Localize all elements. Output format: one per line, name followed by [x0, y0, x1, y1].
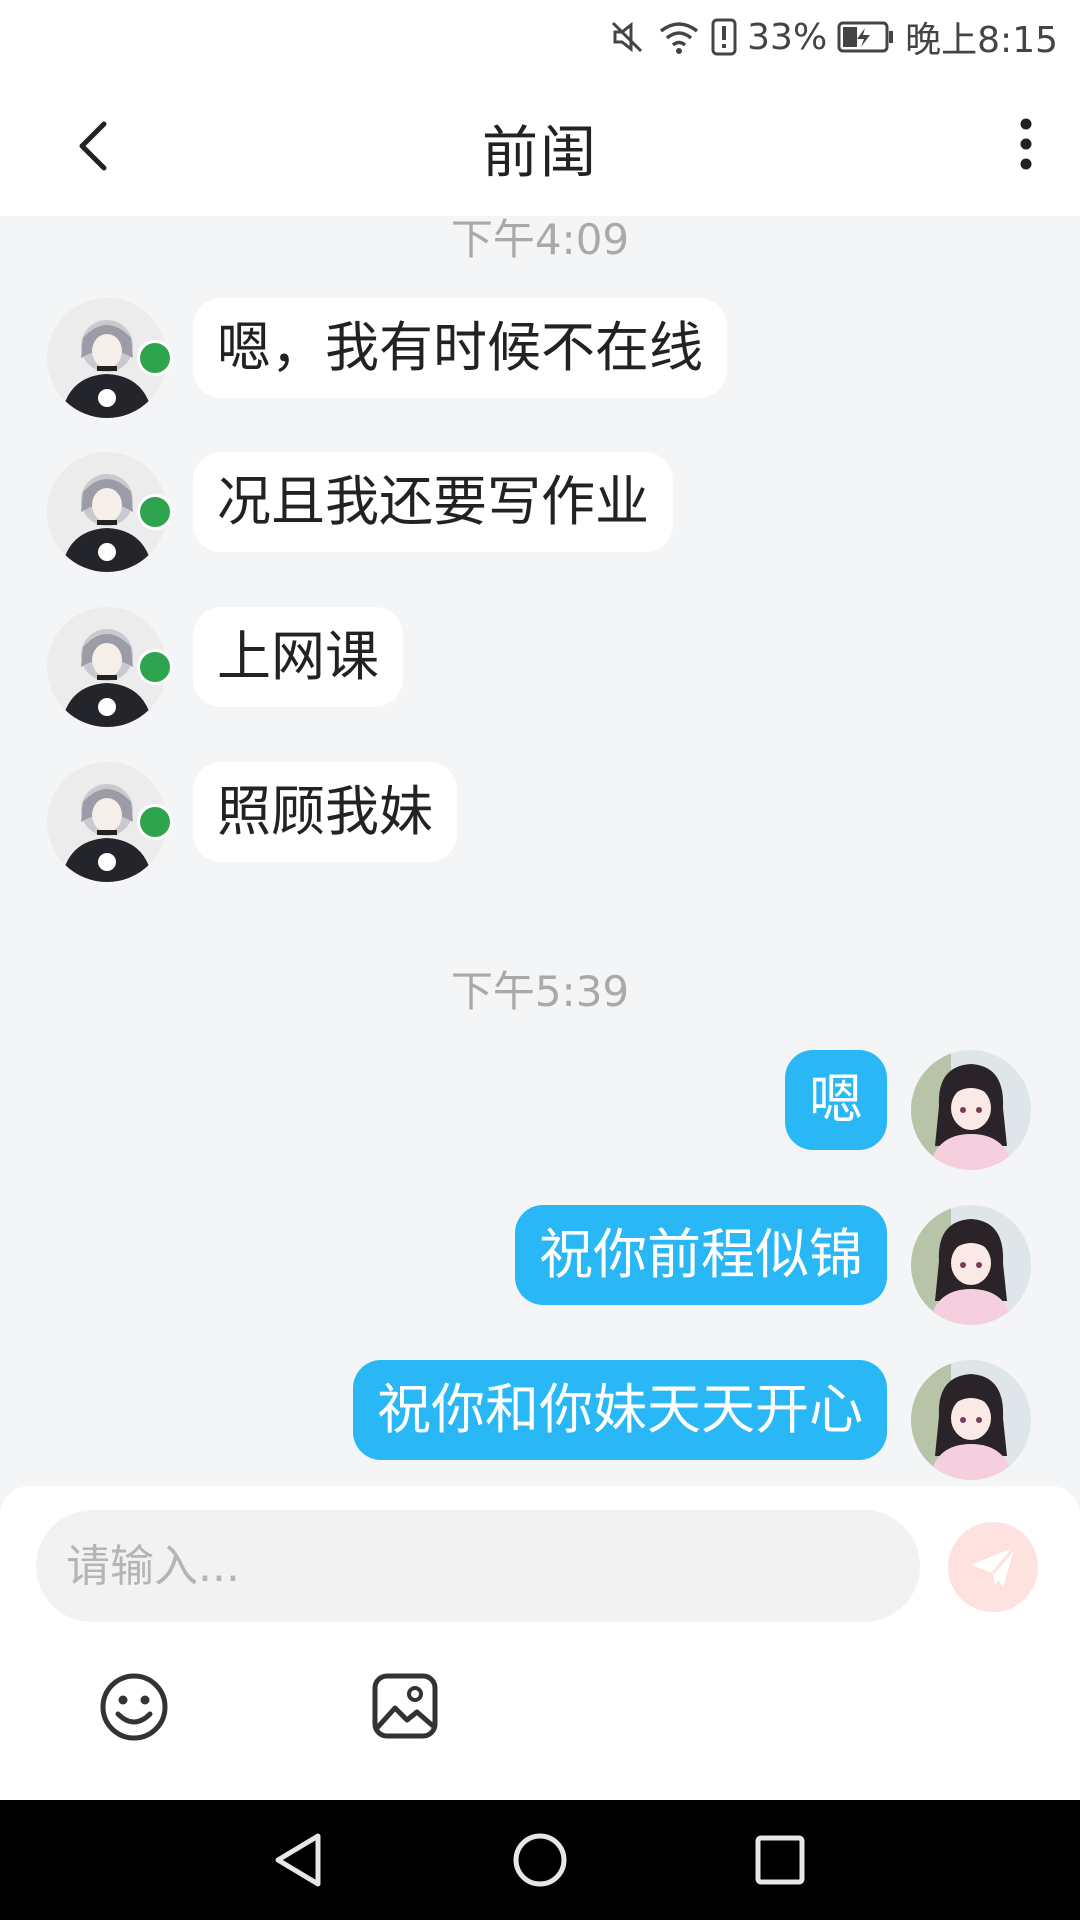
emoji-icon: [100, 1673, 168, 1741]
online-status-icon: [137, 340, 173, 376]
message-list[interactable]: 下午4:09 嗯，我有时候不在线 况且我还要写作业 上网课 照顾我妹 下午5:3…: [0, 216, 1080, 1486]
battery-percent: 33%: [747, 16, 828, 58]
battery-charging-icon: [837, 20, 895, 54]
my-avatar[interactable]: [911, 1050, 1031, 1170]
sim-alert-icon: [711, 18, 737, 56]
message-bubble-incoming[interactable]: 照顾我妹: [193, 762, 457, 862]
nav-recents-button[interactable]: [750, 1830, 810, 1890]
message-row-outgoing: 祝你前程似锦: [0, 1205, 1080, 1325]
nav-back-icon: [275, 1833, 321, 1887]
message-row-incoming: 照顾我妹: [0, 762, 1080, 882]
clock: 晚上8:15: [905, 20, 1058, 61]
system-nav-bar: [0, 1800, 1080, 1920]
composer: [0, 1486, 1080, 1800]
message-input[interactable]: [36, 1510, 920, 1622]
image-icon: [372, 1673, 438, 1739]
chat-header: 前闺: [0, 72, 1080, 216]
my-avatar[interactable]: [911, 1205, 1031, 1325]
nav-home-icon: [513, 1833, 567, 1887]
message-bubble-outgoing[interactable]: 祝你前程似锦: [515, 1205, 887, 1305]
send-button[interactable]: [948, 1522, 1038, 1612]
status-icons: 33% 晚上8:15: [607, 10, 1058, 64]
message-bubble-outgoing[interactable]: 嗯: [785, 1050, 887, 1150]
emoji-button[interactable]: [99, 1672, 169, 1742]
wifi-icon: [657, 17, 701, 57]
message-row-incoming: 况且我还要写作业: [0, 452, 1080, 572]
image-button[interactable]: [371, 1672, 439, 1740]
message-bubble-incoming[interactable]: 况且我还要写作业: [193, 452, 673, 552]
message-row-incoming: 嗯，我有时候不在线: [0, 298, 1080, 418]
page-title: 前闺: [482, 121, 598, 186]
message-row-outgoing: 嗯: [0, 1050, 1080, 1170]
message-bubble-incoming[interactable]: 嗯，我有时候不在线: [193, 298, 727, 398]
message-bubble-outgoing[interactable]: 祝你和你妹天天开心: [353, 1360, 887, 1460]
nav-home-button[interactable]: [510, 1830, 570, 1890]
nav-back-button[interactable]: [270, 1830, 330, 1890]
message-bubble-incoming[interactable]: 上网课: [193, 607, 403, 707]
more-options-button[interactable]: [1006, 114, 1046, 174]
more-vertical-icon: [1020, 118, 1032, 170]
status-bar: 33% 晚上8:15: [0, 0, 1080, 72]
message-row-outgoing: 祝你和你妹天天开心: [0, 1360, 1080, 1480]
mute-icon: [607, 17, 647, 57]
my-avatar[interactable]: [911, 1360, 1031, 1480]
message-row-incoming: 上网课: [0, 607, 1080, 727]
nav-recents-icon: [755, 1835, 805, 1885]
online-status-icon: [137, 649, 173, 685]
online-status-icon: [137, 494, 173, 530]
send-icon: [971, 1546, 1017, 1587]
timestamp: 下午5:39: [450, 967, 630, 1016]
timestamp: 下午4:09: [450, 216, 630, 264]
online-status-icon: [137, 804, 173, 840]
